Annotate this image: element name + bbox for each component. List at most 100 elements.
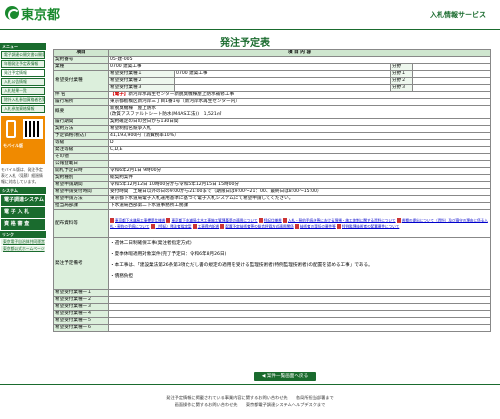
extra-value [107, 317, 492, 325]
field-value [411, 70, 492, 78]
doc-link[interactable]: 配置予定技術者等の総合評価方式適用関係 [225, 224, 293, 228]
document-icon [110, 217, 114, 223]
row-label: 発注等級 [53, 146, 109, 154]
application-period-value: 令和5年12月12日 10時00分から令和5年12月15日 15時00分 [107, 181, 492, 189]
field-label: 分野２ [390, 77, 413, 85]
gazette-value [107, 160, 492, 168]
document-icon [282, 217, 287, 223]
sidebar-menu-heading: メニュー [0, 43, 46, 50]
doc-link[interactable]: 東京都下水道局工事標準仕様書 [115, 218, 165, 222]
document-icon [336, 223, 341, 229]
extra-value [107, 324, 492, 332]
document-icon [166, 217, 171, 223]
industry-value: 0700 建築工事 [108, 63, 391, 71]
row-label: 開札予定日時 [53, 167, 109, 175]
footer-contact-2: 画面操作に関するお問い合わせ先 東京都電子調達システムヘルプデスクまで [174, 402, 326, 407]
contract-method-value: 希望制指名競争入札 [107, 125, 492, 133]
subject-value: 【電子】新河岸水再生センター新脱臭機棟屋上防水補修工事 [107, 91, 492, 99]
doc-link[interactable]: 技術者の専任の要件等 [300, 224, 336, 228]
sidebar-item-public-docs[interactable]: 電子調達公開文書公開条件 [1, 51, 45, 59]
doc-link[interactable]: 工事費内訳書 [198, 224, 220, 228]
sub-label: 希望受付業種３ [108, 84, 175, 92]
doc-link[interactable]: 東京都下水道局土木工事施工管理基準の適用について [171, 218, 257, 222]
sub-label: 希望受付業種２ [108, 77, 175, 85]
back-to-list-button[interactable]: ◀ 案件一覧画面へ戻る [254, 372, 316, 381]
note-line: ・本工事は、「建設業法第26条第3項ただし書の規定の適用を受ける監理技術者(特例… [110, 263, 373, 268]
row-label: 希望受付業種ー３ [53, 303, 109, 311]
price-value: 41,193,900円（消費税率10%） [107, 132, 492, 140]
document-icon [220, 223, 225, 229]
row-label: 希望申請受付時間 [53, 188, 109, 196]
note-line: ・週休二日制確保工事(発注者指定方式) [110, 241, 192, 246]
page-footer: 発注予定情報に掲載されている事業内容に関するお問い合わせ先 各局所担当部署まで … [0, 384, 500, 419]
contract-number: 05-建-005 [107, 56, 492, 64]
bid-opening-value: 令和6年2月1日 9時00分 [107, 167, 492, 175]
row-label: 希望受付業種 [53, 70, 109, 92]
document-icon [192, 223, 197, 229]
system-name: 入札情報サービス [430, 11, 486, 19]
page-title: 発注予定表 [220, 38, 270, 49]
subject-text: 新河岸水再生センター新脱臭機棟屋上防水補修工事 [128, 92, 235, 98]
field-label: 分野１ [390, 70, 413, 78]
page-header: 東京都 入札情報サービス [0, 0, 500, 30]
sub-label: 希望受付業種１ [108, 70, 175, 78]
notes-cell: ・週休二日制確保工事(発注者指定方式) ・夏季休暇適用対象案件(完了予定日：令和… [107, 237, 492, 290]
row-label: 配布資料等 [53, 209, 109, 238]
field-value [411, 84, 492, 92]
summary-line-2: (改質アスファルトシート防水(M4AS工法)) 1,521㎡ [110, 112, 222, 117]
doc-link[interactable]: （特記）発注者指定型 [156, 224, 192, 228]
sidebar-item-bid-notice[interactable]: 入札公告情報 [1, 78, 45, 86]
doc-link[interactable]: 入札・契約手続き等における現場・施工体制に関する資料について [288, 218, 396, 222]
row-label: 履行場所 [53, 98, 109, 106]
row-label: 予定価格(税込) [53, 132, 109, 140]
application-method-value: 東京都下水道局電子入札運用基準に基づく電子入札システムにて希望申請してください。 [107, 195, 492, 203]
row-label: 契約番号 [53, 56, 109, 64]
sidebar-item-excluded[interactable]: 除外入札参加資格者名簿 [1, 96, 45, 104]
row-label: 担当局部課 [53, 202, 109, 210]
row-label: 希望受付業種ー６ [53, 324, 109, 332]
e-procurement-button[interactable]: 電子調達システム（工事） [1, 195, 45, 206]
other-value [107, 153, 492, 161]
sidebar-item-bid-results[interactable]: 入札結果一覧 [1, 87, 45, 95]
row-label: その他 [53, 153, 109, 161]
logo-text: 東京都 [21, 7, 61, 23]
doc-link[interactable]: 特例監理技術者の配置要件について [342, 224, 399, 228]
location-value: 東京都板橋区新河岸三丁目1番1号（新河岸水再生センター内） [107, 98, 492, 106]
document-icon [294, 223, 299, 229]
row-label: 希望申請方法 [53, 195, 109, 203]
link-tokyo-official[interactable]: 東京都公式ホームページ [1, 246, 45, 252]
field-value [411, 63, 492, 71]
mobile-banner[interactable]: モバイル版 [1, 116, 45, 164]
extra-value [107, 289, 492, 297]
row-label: 履行期間 [53, 118, 109, 126]
row-label: 契約種別 [53, 174, 109, 182]
footer-contact-1: 発注予定情報に掲載されている事業内容に関するお問い合わせ先 各局所担当部署まで [166, 395, 334, 400]
phone-icon [6, 120, 16, 138]
note-line: ・夏季休暇適用対象案件(完了予定日：令和6年8月26日) [110, 252, 227, 257]
field-label: 分野 [390, 63, 413, 71]
row-label: 希望受付業種ー２ [53, 296, 109, 304]
qualification-button[interactable]: 資 格 審 査 [1, 219, 45, 230]
desired-industry-1: 0700 建築工事 [174, 70, 391, 78]
mobile-note: モバイル版は、発注予定表と入札（見積）経過情報に対応しています。 [1, 167, 43, 184]
electronic-tag: 【電子】 [110, 92, 129, 98]
col-header-item: 項目 [53, 49, 109, 57]
document-icon [150, 223, 155, 229]
doc-link[interactable]: 特記仕様書 [264, 218, 282, 222]
order-plan-table: 項目項 目 内 容 契約番号 05-建-005 業種 0700 建築工事 分野 希望受… [53, 49, 492, 332]
tokyo-logo[interactable]: 東京都 [5, 5, 61, 23]
e-bidding-button[interactable]: 電 子 入 札 [1, 207, 45, 218]
sidebar-item-qualification[interactable]: 入札参加資格情報 [1, 105, 45, 113]
sidebar-item-order-plan[interactable]: 発注予定情報 [1, 69, 45, 77]
desired-industry-2 [174, 77, 391, 85]
sidebar-item-annual-plan[interactable]: 年間発注予定表情報 [1, 60, 45, 68]
department-value: 下水道局西部第二下水道事務所工務課 [107, 202, 492, 210]
link-e-government[interactable]: 東京電子自治体共同運営 [1, 239, 45, 245]
row-label: 希望受付業種ー１ [53, 289, 109, 297]
col-header-content: 項 目 内 容 [107, 49, 492, 57]
row-label: 発注予定備考 [53, 237, 109, 290]
order-grade-value: C,D,E [107, 146, 492, 154]
field-value [411, 77, 492, 85]
row-label: 公報登載日 [53, 160, 109, 168]
sidebar: メニュー 電子調達公開文書公開条件 年間発注予定表情報 発注予定情報 入札公告情… [0, 42, 46, 360]
